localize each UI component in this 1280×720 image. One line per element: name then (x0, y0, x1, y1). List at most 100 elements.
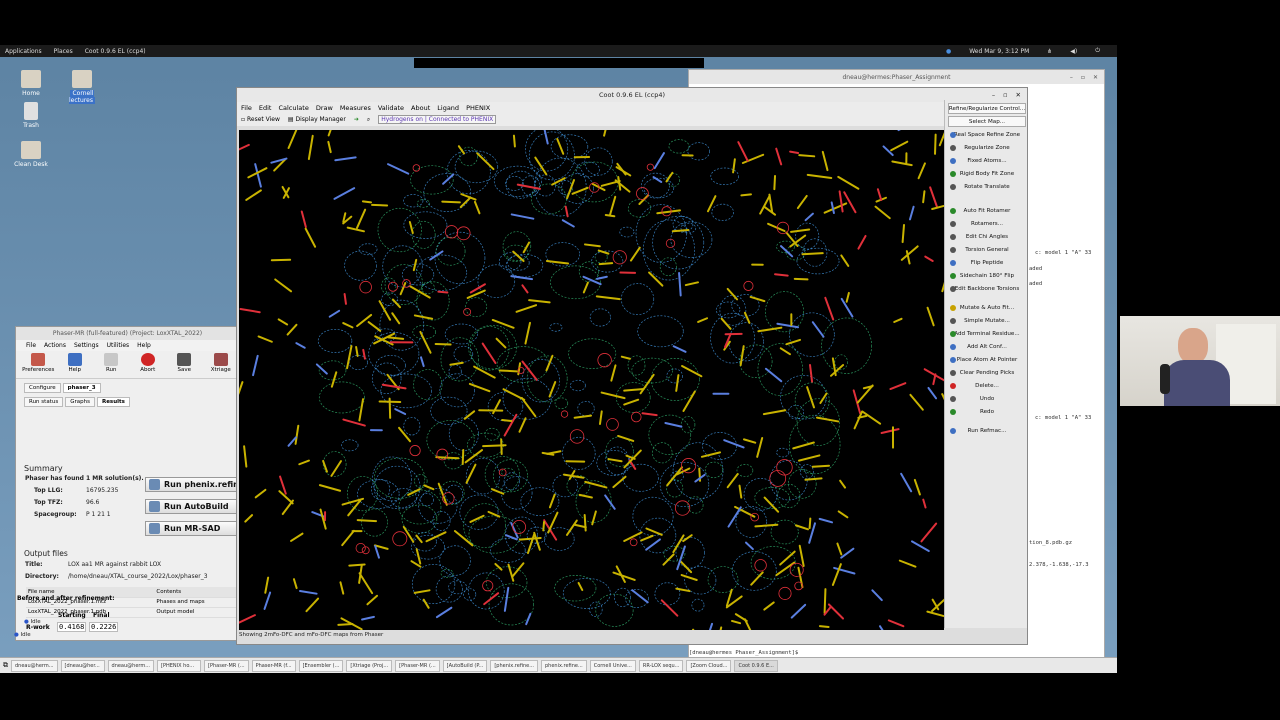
taskbar-item[interactable]: phenix.refine... (541, 659, 587, 672)
close-icon[interactable]: ✕ (1093, 74, 1098, 81)
side-button-add-alt-conf[interactable]: Add Alt Conf... (948, 341, 1026, 352)
help-button[interactable]: Help (57, 351, 94, 378)
applications-menu[interactable]: Applications (5, 48, 42, 55)
maximize-icon[interactable]: ▫ (1081, 74, 1085, 81)
side-button-rotamers[interactable]: Rotamers... (948, 218, 1026, 229)
coot-menu-ligand[interactable]: Ligand (437, 104, 459, 112)
coot-menu-validate[interactable]: Validate (378, 104, 404, 112)
side-button-redo[interactable]: Redo (948, 406, 1026, 417)
taskbar-item[interactable]: [Ensembler (... (298, 659, 344, 672)
network-icon[interactable]: ⋔ (1047, 48, 1052, 55)
side-button-fixed-atoms[interactable]: Fixed Atoms... (948, 155, 1026, 166)
coot-menu-calculate[interactable]: Calculate (278, 104, 308, 112)
search-icon[interactable]: ⌕ (367, 116, 370, 124)
atom-bond (453, 530, 474, 547)
coot-window[interactable]: Coot 0.9.6 EL (ccp4) – ▫ ✕ File Edit Calcul… (236, 87, 1028, 645)
side-button-undo[interactable]: Undo (948, 393, 1026, 404)
terminal-titlebar[interactable]: dneau@hermes:Phaser_Assignment – ▫ ✕ (689, 70, 1104, 84)
side-button-simple-mutate[interactable]: Simple Mutate... (948, 315, 1026, 326)
zoom-icon[interactable]: ● (946, 48, 951, 55)
coot-titlebar[interactable]: Coot 0.9.6 EL (ccp4) – ▫ ✕ (237, 88, 1027, 102)
places-menu[interactable]: Places (54, 48, 73, 55)
coot-menu-file[interactable]: File (241, 104, 252, 112)
menu-help[interactable]: Help (137, 342, 151, 349)
side-button-rotate-translate[interactable]: Rotate Translate (948, 181, 1026, 192)
taskbar-item[interactable]: dneau@herm... (11, 659, 58, 672)
side-button-sidechain-180-flip[interactable]: Sidechain 180° Flip (948, 270, 1026, 281)
side-button-flip-peptide[interactable]: Flip Peptide (948, 257, 1026, 268)
tab-run-status[interactable]: Run status (24, 397, 64, 407)
side-button-edit-chi-angles[interactable]: Edit Chi Angles (948, 231, 1026, 242)
side-button-auto-fit-rotamer[interactable]: Auto Fit Rotamer (948, 205, 1026, 216)
tab-graphs[interactable]: Graphs (65, 397, 95, 407)
taskbar-item[interactable]: [Zoom Cloud... (686, 659, 732, 672)
desktop-icon-clean-desk[interactable]: Clean Desk (11, 141, 51, 168)
side-button-clear-pending-picks[interactable]: Clear Pending Picks (948, 367, 1026, 378)
abort-button[interactable]: Abort (130, 351, 167, 378)
reset-view-button[interactable]: ▫ Reset View (241, 116, 280, 123)
desktop-icon-trash[interactable]: Trash (11, 102, 51, 129)
taskbar-item[interactable]: [Xtriage (Proj... (346, 659, 393, 672)
column-header[interactable]: Contents (154, 587, 236, 598)
side-button-torsion-general[interactable]: Torsion General (948, 244, 1026, 255)
run-mr-sad-button[interactable]: Run MR-SAD (145, 521, 237, 536)
xtriage-button[interactable]: Xtriage (203, 351, 240, 378)
atom-bond (521, 284, 529, 294)
preferences-button[interactable]: Preferences (20, 351, 57, 378)
show-desktop-icon[interactable]: ⧉ (3, 661, 8, 670)
density-mesh (707, 566, 739, 593)
side-button-real-space-refine-zone[interactable]: Real Space Refine Zone (948, 129, 1026, 140)
side-button-select-map[interactable]: Select Map... (948, 116, 1026, 127)
minimize-icon[interactable]: – (1070, 74, 1073, 81)
side-button-edit-backbone-torsions[interactable]: Edit Backbone Torsions (948, 283, 1026, 294)
volume-icon[interactable]: ◀) (1070, 48, 1077, 55)
menu-settings[interactable]: Settings (74, 342, 99, 349)
side-button-run-refmac[interactable]: Run Refmac... (948, 425, 1026, 436)
arrow-icon[interactable]: ➜ (354, 116, 359, 123)
tab-phaser-3[interactable]: phaser_3 (62, 383, 101, 393)
atom-bond (838, 190, 844, 213)
taskbar-item[interactable]: RR-LOX sequ... (638, 659, 684, 672)
coot-menu-edit[interactable]: Edit (259, 104, 272, 112)
power-icon[interactable]: ⏻ (1095, 47, 1100, 55)
molecular-graphics-viewport[interactable] (239, 130, 944, 630)
save-button[interactable]: Save (166, 351, 203, 378)
taskbar-item[interactable]: dneau@herm... (107, 659, 155, 672)
side-button-refine-regularize-control[interactable]: Refine/Regularize Control... (948, 103, 1026, 114)
taskbar-item[interactable]: Cornell Unive... (589, 659, 636, 672)
tab-results[interactable]: Results (96, 397, 130, 407)
menu-utilities[interactable]: Utilities (107, 342, 130, 349)
coot-menu-draw[interactable]: Draw (316, 104, 333, 112)
taskbar-item[interactable]: [PHENIX ho... (157, 659, 202, 672)
taskbar-item[interactable]: [Phaser-MR (... (204, 659, 249, 672)
taskbar-item[interactable]: Coot 0.9.6 E... (734, 659, 779, 672)
side-button-delete[interactable]: Delete... (948, 380, 1026, 391)
side-button-add-terminal-residue[interactable]: Add Terminal Residue... (948, 328, 1026, 339)
menu-file[interactable]: File (26, 342, 36, 349)
taskbar-item[interactable]: [phenix.refine... (490, 659, 538, 672)
run-button[interactable]: Run (93, 351, 130, 378)
coot-menu-phenix[interactable]: PHENIX (466, 104, 490, 112)
coot-menu-measures[interactable]: Measures (340, 104, 371, 112)
run-phenix-refine-button[interactable]: Run phenix.refine (145, 477, 237, 492)
menu-actions[interactable]: Actions (44, 342, 66, 349)
desktop-icon-home[interactable]: Home (11, 70, 51, 97)
side-button-place-atom-at-pointer[interactable]: Place Atom At Pointer (948, 354, 1026, 365)
display-manager-button[interactable]: ▤ Display Manager (288, 116, 346, 123)
desktop-icon-cornell-lectures[interactable]: Cornell lectures (62, 70, 102, 104)
tab-configure[interactable]: Configure (24, 383, 61, 393)
clock[interactable]: Wed Mar 9, 3:12 PM (969, 48, 1029, 55)
taskbar-item[interactable]: [dneau@her... (60, 659, 105, 672)
phaser-window[interactable]: Phaser-MR (full-featured) (Project: LoxX… (15, 326, 240, 641)
density-mesh (484, 427, 500, 441)
taskbar-item[interactable]: [AutoBuild (P... (442, 659, 488, 672)
taskbar-item[interactable]: [Phaser-MR (... (395, 659, 440, 672)
side-button-rigid-body-fit-zone[interactable]: Rigid Body Fit Zone (948, 168, 1026, 179)
side-button-regularize-zone[interactable]: Regularize Zone (948, 142, 1026, 153)
run-autobuild-button[interactable]: Run AutoBuild (145, 499, 237, 514)
coot-menu-about[interactable]: About (411, 104, 430, 112)
taskbar-item[interactable]: Phaser-MR (f... (251, 659, 296, 672)
phaser-titlebar[interactable]: Phaser-MR (full-featured) (Project: LoxX… (16, 327, 239, 340)
hydrogens-toggle[interactable]: Hydrogens on | Connected to PHENIX (378, 115, 497, 124)
side-button-mutate-auto-fit[interactable]: Mutate & Auto Fit... (948, 302, 1026, 313)
